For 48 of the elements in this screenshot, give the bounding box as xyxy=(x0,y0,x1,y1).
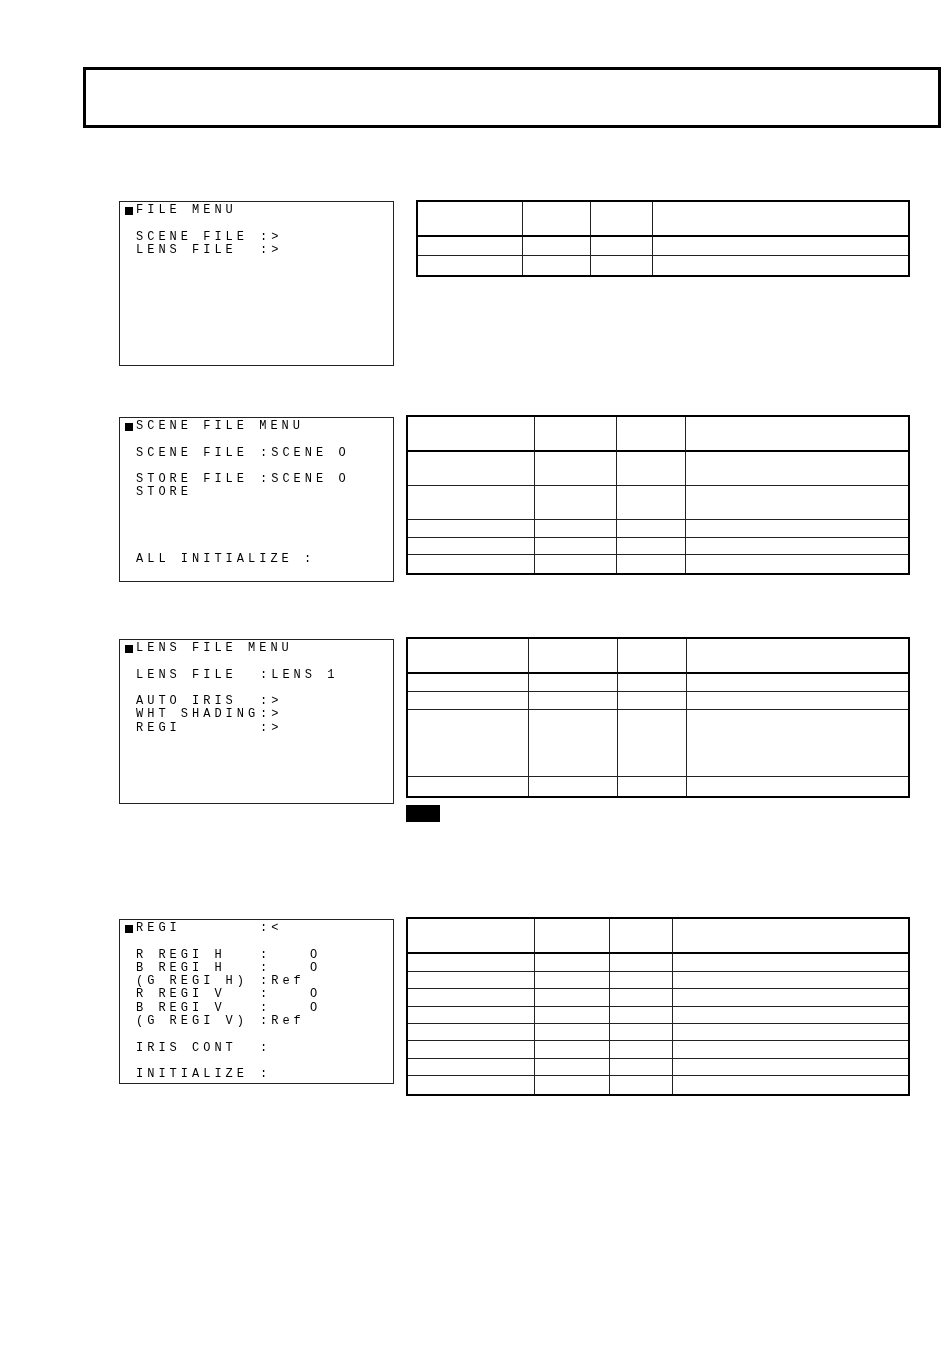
menu-item-reading: O xyxy=(310,988,322,1002)
menu-item-label: STORE FILE xyxy=(136,473,249,487)
menu-item-reading: O xyxy=(310,948,322,962)
menu-item-label: R REGI H xyxy=(136,948,227,962)
menu-title: SCENE FILE MENU xyxy=(136,420,305,434)
menu-item-value: :Ref xyxy=(260,1015,305,1029)
menu-item-label: WHT SHADING xyxy=(136,708,260,722)
menu-item-value: :> xyxy=(260,708,283,722)
menu-item-label: SCENE FILE xyxy=(136,230,249,244)
menu-item-label: REGI xyxy=(136,721,182,736)
menu-item-label: IRIS CONT xyxy=(136,1041,238,1055)
menu-item-label: SCENE FILE xyxy=(136,446,249,460)
square-bullet-icon xyxy=(125,644,133,653)
menu-item-value: : xyxy=(260,948,272,962)
square-bullet-icon xyxy=(125,422,133,431)
menu-item-label: INITIALIZE xyxy=(136,1068,249,1082)
square-bullet-icon xyxy=(125,206,133,215)
menu-item-label: B REGI H xyxy=(136,961,227,975)
menu-item-value: :Ref xyxy=(260,975,305,989)
menu-item-label: (G REGI V) xyxy=(136,1015,249,1029)
menu-item-value: : xyxy=(260,1001,272,1015)
menu-item-value: :< xyxy=(260,922,283,936)
menu-item-value: :SCENE O xyxy=(260,473,350,487)
menu-item-value: :> xyxy=(260,243,283,258)
menu-item-reading: O xyxy=(310,961,322,976)
menu-item-label: B REGI V xyxy=(136,1001,227,1015)
menu-item-value: : xyxy=(260,988,272,1002)
menu-item-label: STORE xyxy=(136,486,192,500)
menu-title: REGI xyxy=(136,922,182,936)
menu-item-label: ALL INITIALIZE : xyxy=(136,552,316,567)
menu-item-label: LENS FILE xyxy=(136,243,238,258)
menu-item-value: : xyxy=(260,1068,272,1082)
menu-item-value: :> xyxy=(260,721,283,736)
menu-item-reading: O xyxy=(310,1001,322,1016)
menu-item-value: : xyxy=(260,1041,272,1055)
menu-item-value: :> xyxy=(260,695,283,709)
menu-item-label: LENS FILE xyxy=(136,668,238,682)
menu-item-label: (G REGI H) xyxy=(136,975,249,989)
square-bullet-icon xyxy=(125,924,133,933)
menu-title: FILE MENU xyxy=(136,204,237,218)
menu-title: LENS FILE MENU xyxy=(136,642,293,656)
filled-marker xyxy=(406,805,440,822)
menu-item-label: AUTO IRIS xyxy=(136,695,237,709)
menu-item-value: :LENS 1 xyxy=(260,668,339,682)
menu-item-value: : xyxy=(260,961,272,975)
menu-item-value: :SCENE O xyxy=(260,446,350,460)
menu-item-value: :> xyxy=(260,230,283,244)
menu-item-label: R REGI V xyxy=(136,988,227,1002)
